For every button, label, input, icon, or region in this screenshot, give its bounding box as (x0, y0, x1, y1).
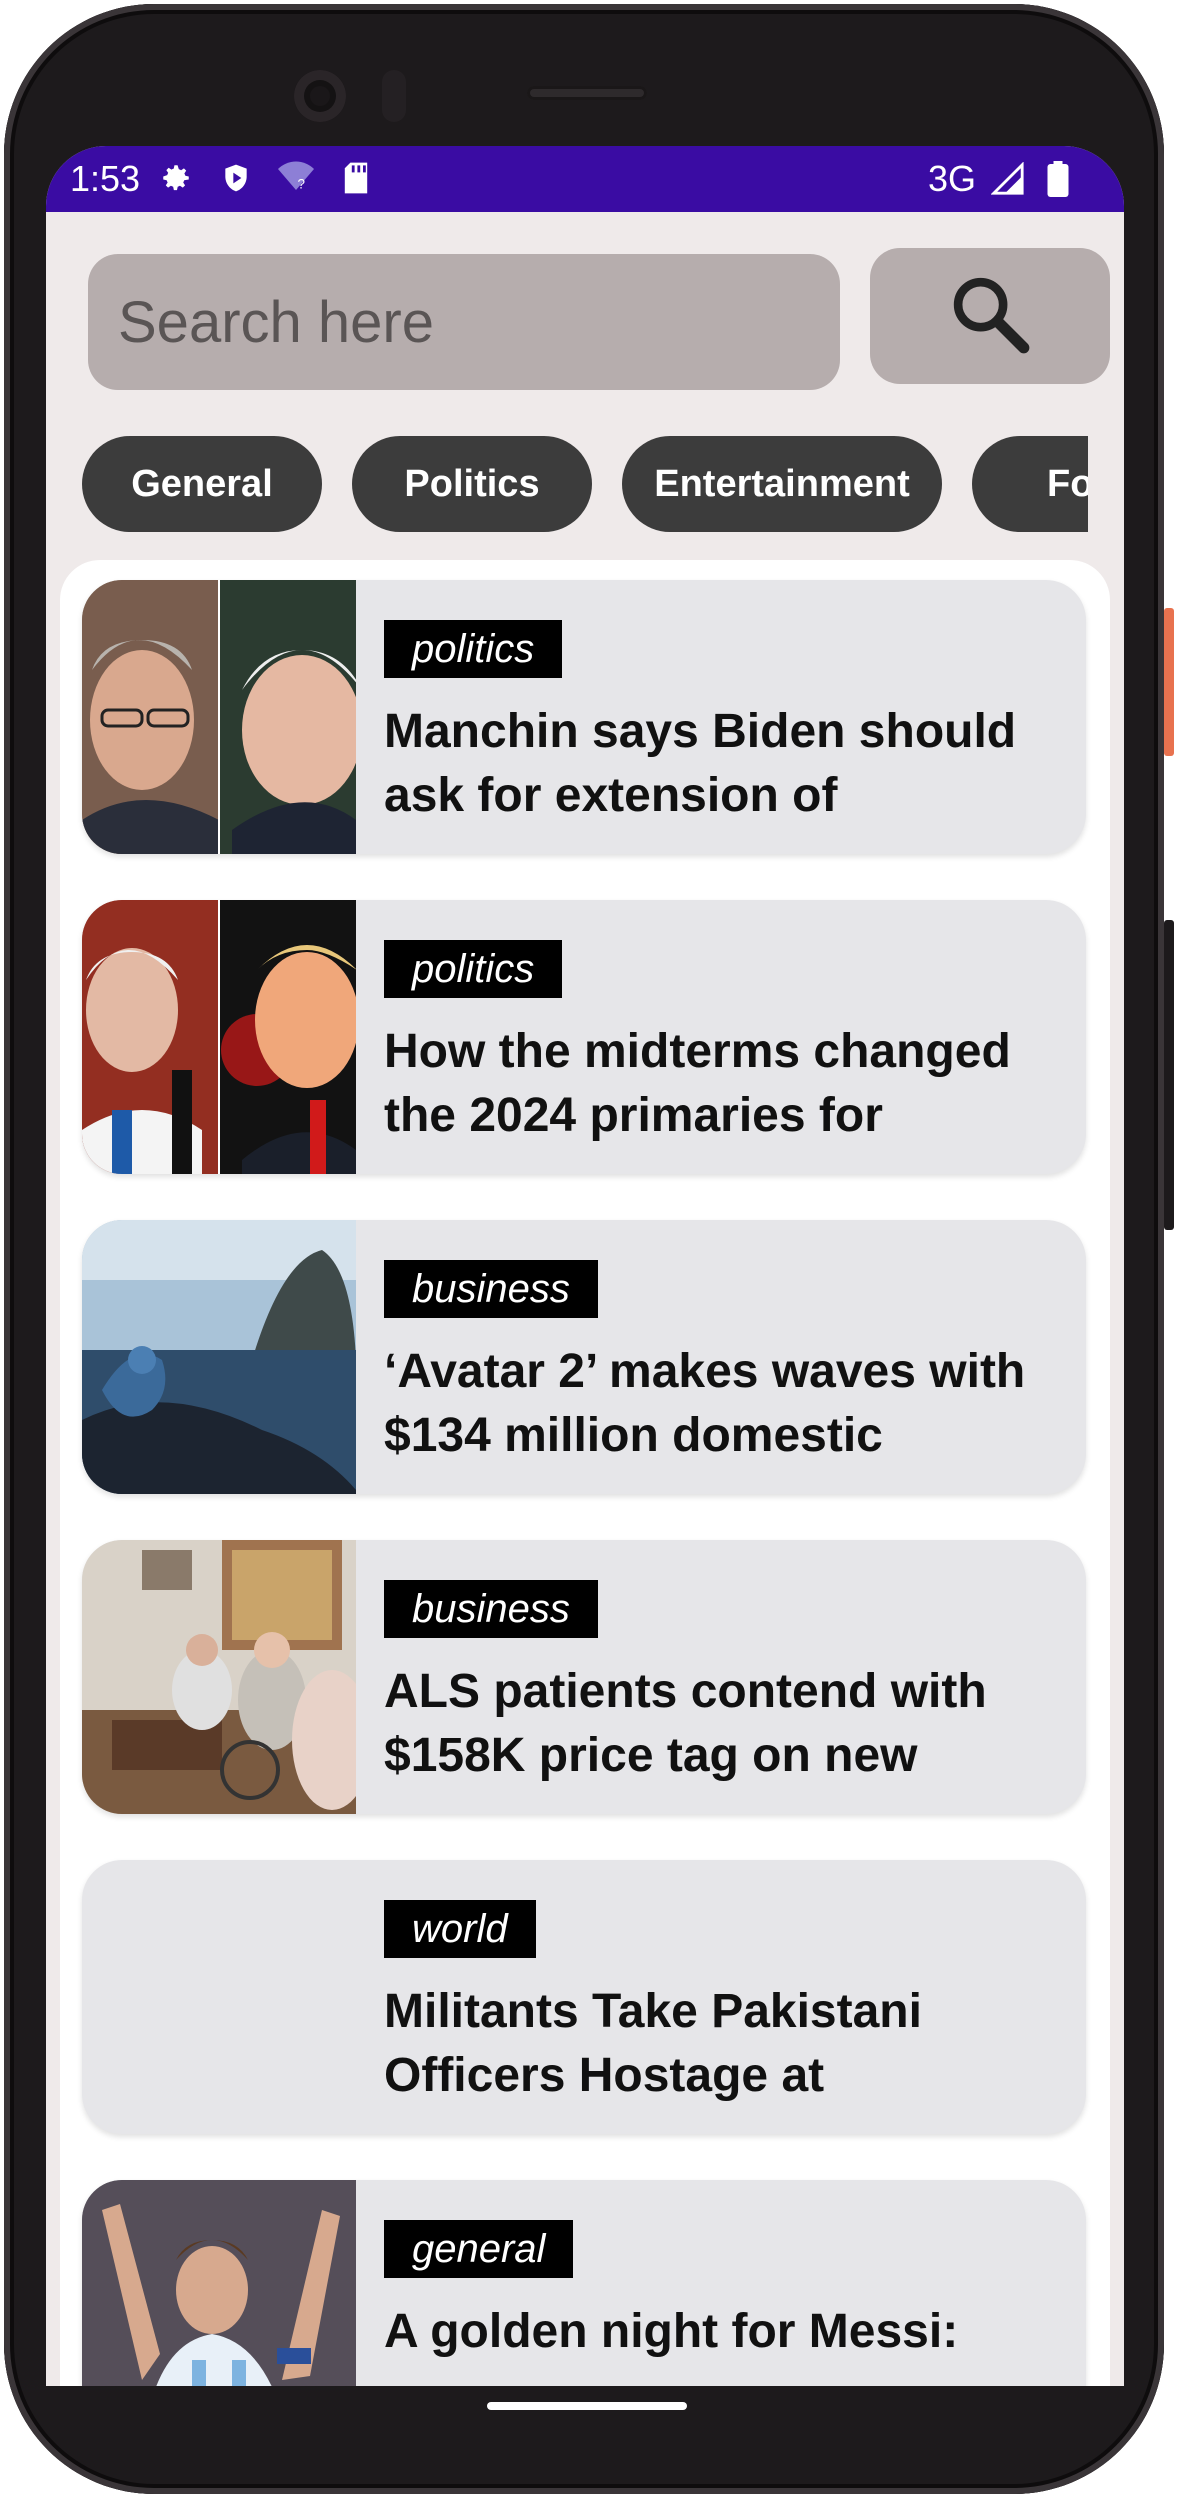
app-screen: 1:53 ? 3G Search here General Politics E… (46, 146, 1124, 2386)
power-button (1164, 608, 1174, 756)
status-icons-right: 3G (928, 158, 1076, 200)
article-tag: general (384, 2220, 574, 2278)
article-title: Militants Take Pakistani Officers Hostag… (384, 1985, 922, 2102)
article-tag: politics (384, 620, 563, 678)
proximity-sensor (382, 70, 406, 122)
front-camera (294, 70, 346, 122)
gear-icon (158, 160, 194, 196)
article-thumbnail (82, 580, 362, 854)
article-thumbnail (82, 1540, 372, 1814)
news-card[interactable]: politics How the midterms changed the 20… (82, 900, 1086, 1174)
volume-button (1164, 920, 1174, 1230)
status-time: 1:53 (70, 158, 141, 199)
article-thumbnail (82, 900, 359, 1174)
earpiece-speaker (527, 86, 647, 100)
news-card[interactable]: general A golden night for Messi: (82, 2180, 1086, 2386)
category-chip-row: General Politics Entertainment Fo (82, 436, 1088, 536)
article-thumbnail (82, 1220, 356, 1494)
battery-icon (1040, 161, 1076, 197)
article-tag: business (384, 1580, 598, 1638)
article-tag: business (384, 1260, 598, 1318)
search-button[interactable] (870, 248, 1110, 384)
article-tag: world (384, 1900, 536, 1958)
svg-text:?: ? (298, 177, 306, 192)
status-icons-left: ? (158, 160, 374, 196)
chip-food[interactable]: Fo (972, 436, 1088, 532)
network-type: 3G (927, 158, 976, 199)
news-card[interactable]: business ‘Avatar 2’ makes waves with $13… (82, 1220, 1086, 1494)
status-bar: 1:53 ? 3G (46, 146, 1124, 212)
chip-entertainment[interactable]: Entertainment (622, 436, 942, 532)
wifi-unknown-icon: ? (278, 160, 314, 196)
news-card[interactable]: world Militants Take Pakistani Officers … (82, 1860, 1086, 2134)
news-card[interactable]: politics Manchin says Biden should ask f… (82, 580, 1086, 854)
news-list: politics Manchin says Biden should ask f… (60, 560, 1110, 2386)
chip-general[interactable]: General (82, 436, 322, 532)
article-title: Manchin says Biden should ask for extens… (384, 705, 1017, 822)
article-thumbnail (82, 2180, 356, 2386)
home-indicator[interactable] (487, 2402, 687, 2410)
article-title: ‘Avatar 2’ makes waves with $134 million… (384, 1345, 1026, 1462)
search-icon (945, 269, 1035, 364)
sd-card-icon (338, 160, 374, 196)
signal-icon (990, 161, 1026, 197)
article-title: A golden night for Messi: (384, 2305, 959, 2358)
chip-politics[interactable]: Politics (352, 436, 592, 532)
article-tag: politics (384, 940, 563, 998)
shield-icon (218, 160, 254, 196)
search-input[interactable] (88, 254, 840, 390)
news-card[interactable]: business ALS patients contend with $158K… (82, 1540, 1086, 1814)
article-title: How the midterms changed the 2024 primar… (384, 1025, 1011, 1142)
article-title: ALS patients contend with $158K price ta… (384, 1665, 987, 1782)
